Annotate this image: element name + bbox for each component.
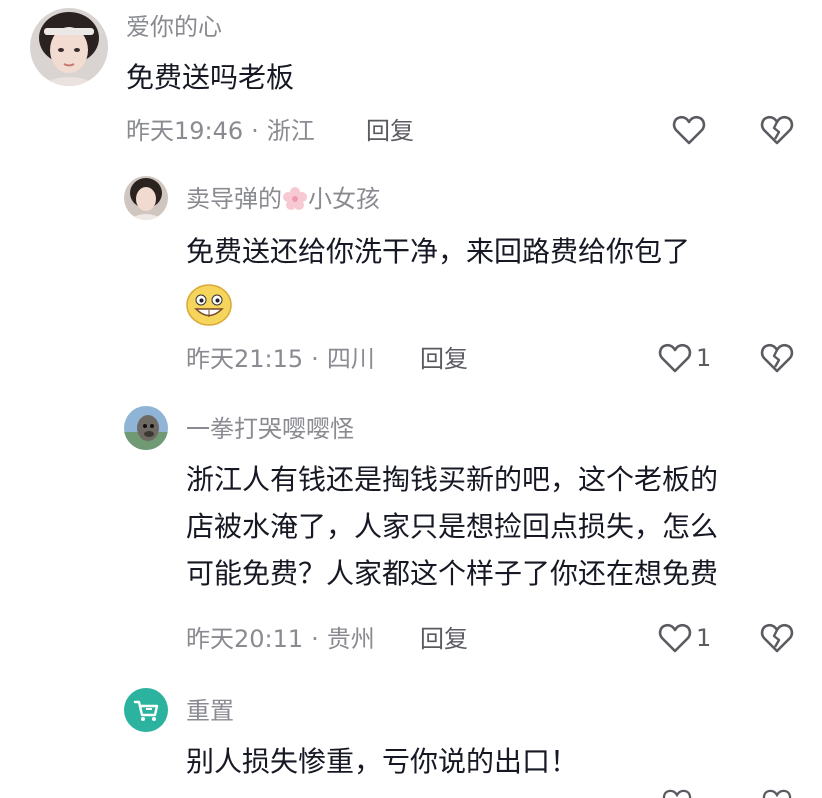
comment-text-line: 店被水淹了，人家只是想捡回点损失，怎么 bbox=[186, 510, 719, 543]
username[interactable]: 重置 bbox=[186, 696, 234, 726]
heart-outline-icon bbox=[658, 343, 692, 373]
username[interactable]: 一拳打哭嘤嘤怪 bbox=[186, 414, 354, 444]
heart-outline-icon bbox=[662, 789, 692, 798]
username[interactable]: 爱你的心 bbox=[126, 12, 222, 42]
separator: · bbox=[251, 117, 259, 145]
location: 贵州 bbox=[326, 625, 375, 653]
avatar[interactable] bbox=[124, 176, 168, 220]
avatar[interactable] bbox=[30, 8, 108, 86]
avatar[interactable] bbox=[124, 688, 168, 732]
comment-text: 别人损失惨重，亏你说的出口！ bbox=[186, 745, 579, 778]
timestamp: 昨天19:46 bbox=[126, 117, 244, 145]
separator: · bbox=[311, 345, 319, 373]
like-button[interactable]: 1 bbox=[658, 622, 711, 654]
username[interactable]: 卖导弹的 小女孩 bbox=[186, 184, 380, 214]
comment-text: 免费送还给你洗干净，来回路费给你包了 bbox=[186, 235, 691, 268]
like-count: 1 bbox=[696, 624, 712, 652]
heart-outline-icon bbox=[658, 623, 692, 653]
cherry-blossom-icon bbox=[283, 187, 307, 210]
timestamp: 昨天21:15 bbox=[186, 345, 304, 373]
timestamp: 昨天20:11 bbox=[186, 625, 304, 653]
broken-heart-icon bbox=[760, 623, 794, 653]
comment-text: 浙江人有钱还是掏钱买新的吧，这个老板的 店被水淹了，人家只是想捡回点损失，怎么 … bbox=[186, 456, 718, 597]
like-count: 1 bbox=[696, 344, 712, 372]
comment-text-line: 浙江人有钱还是掏钱买新的吧，这个老板的 bbox=[186, 463, 719, 496]
broken-heart-icon bbox=[762, 789, 792, 798]
comment-meta: 昨天19:46 · 浙江 bbox=[126, 116, 315, 146]
dislike-button[interactable] bbox=[760, 342, 794, 378]
avatar[interactable] bbox=[124, 406, 168, 450]
broken-heart-icon bbox=[760, 343, 794, 373]
like-button[interactable]: 1 bbox=[658, 342, 711, 374]
dislike-button[interactable] bbox=[760, 114, 794, 150]
location: 四川 bbox=[326, 345, 375, 373]
broken-heart-icon bbox=[760, 115, 794, 145]
comment-meta: 昨天21:15 · 四川 bbox=[186, 344, 375, 374]
comment-meta: 昨天20:11 · 贵州 bbox=[186, 624, 375, 654]
reply-button[interactable]: 回复 bbox=[366, 116, 414, 146]
dislike-button-partial[interactable] bbox=[762, 788, 792, 798]
comment-text-line: 可能免费？人家都这个样子了你还在想免费 bbox=[186, 557, 719, 590]
separator: · bbox=[311, 625, 319, 653]
location: 浙江 bbox=[266, 117, 315, 145]
reply-button[interactable]: 回复 bbox=[420, 344, 468, 374]
like-button-partial[interactable] bbox=[662, 788, 692, 798]
grin-emoji-icon bbox=[186, 284, 232, 326]
comment-text: 免费送吗老板 bbox=[126, 61, 295, 94]
heart-outline-icon bbox=[672, 115, 706, 145]
reply-button[interactable]: 回复 bbox=[420, 624, 468, 654]
like-button[interactable] bbox=[672, 114, 706, 146]
dislike-button[interactable] bbox=[760, 622, 794, 658]
